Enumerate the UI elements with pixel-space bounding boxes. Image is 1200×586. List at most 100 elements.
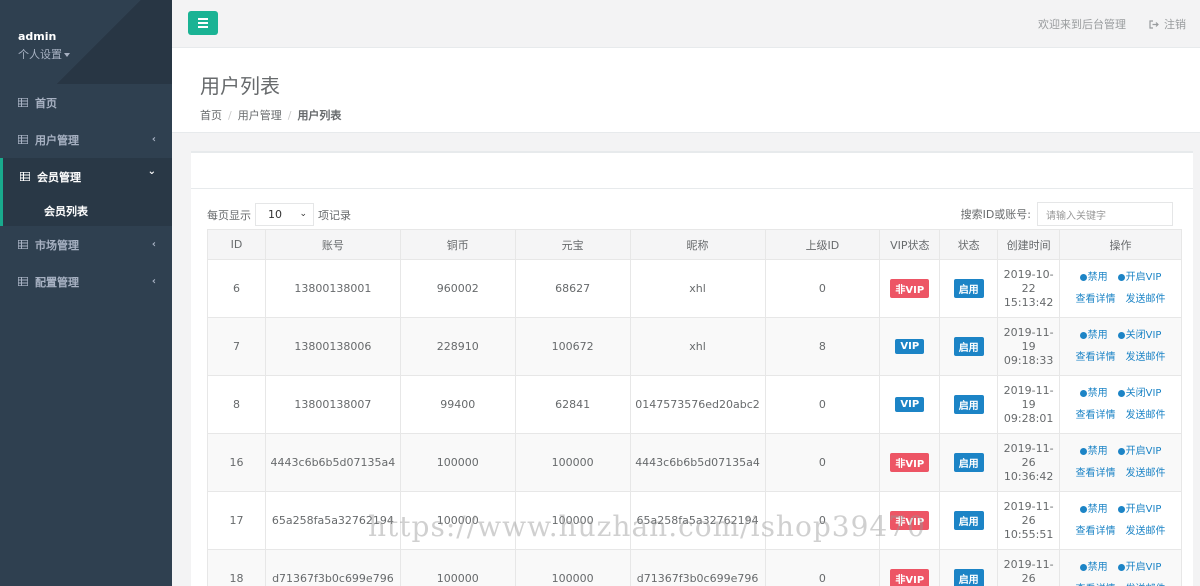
page-size-control: 每页显示 10 ⌄ 项记录 xyxy=(207,203,351,226)
cell-nickname: xhl xyxy=(629,317,766,376)
view-details-link[interactable]: 查看详情 xyxy=(1076,289,1116,311)
minus-circle-icon xyxy=(1079,331,1087,339)
status-badge: 启用 xyxy=(953,337,984,356)
toggle-vip-label: 开启VIP xyxy=(1125,503,1162,515)
search-label: 搜索ID或账号: xyxy=(960,208,1031,221)
created-part: 10:55:51 xyxy=(1003,527,1054,541)
page-size-value: 10 xyxy=(268,208,282,221)
page-size-select[interactable]: 10 ⌄ xyxy=(255,203,314,226)
disable-button[interactable]: 禁用 xyxy=(1079,383,1108,405)
cell-copper: 228910 xyxy=(399,317,516,376)
sign-out-icon xyxy=(1149,20,1159,29)
column-header-actions: 操作 xyxy=(1059,229,1182,260)
column-header-yuanbao[interactable]: 元宝 xyxy=(514,229,631,260)
minus-circle-icon xyxy=(1079,389,1087,397)
cell-account: 13800138006 xyxy=(264,317,401,376)
cell-yuanbao: 68627 xyxy=(514,259,631,318)
column-header-nickname[interactable]: 昵称 xyxy=(629,229,766,260)
topbar: 欢迎来到后台管理 注销 xyxy=(172,0,1200,48)
sidebar-item-home[interactable]: 首页 xyxy=(0,84,172,121)
sidebar-item-label: 市场管理 xyxy=(35,238,79,252)
sidebar-subitem-member-list[interactable]: 会员列表 xyxy=(0,195,172,226)
column-header-created[interactable]: 创建时间 xyxy=(997,229,1061,260)
cell-yuanbao: 62841 xyxy=(514,375,631,434)
search-input[interactable]: 请输入关键字 xyxy=(1037,202,1173,226)
send-mail-link[interactable]: 发送邮件 xyxy=(1126,405,1166,427)
toggle-vip-label: 关闭VIP xyxy=(1125,387,1162,399)
toggle-vip-button[interactable]: 关闭VIP xyxy=(1117,325,1161,347)
cell-actions: 禁用 关闭VIP 查看详情 发送邮件 xyxy=(1059,317,1182,376)
cell-nickname: 0147573576ed20abc2 xyxy=(629,375,766,434)
view-details-link[interactable]: 查看详情 xyxy=(1076,405,1116,427)
breadcrumb-home[interactable]: 首页 xyxy=(200,109,222,122)
view-details-link[interactable]: 查看详情 xyxy=(1076,521,1116,543)
cell-created: 2019-11- 19 09:28:01 xyxy=(997,375,1061,434)
column-header-account[interactable]: 账号 xyxy=(264,229,401,260)
send-mail-link[interactable]: 发送邮件 xyxy=(1126,579,1166,586)
disable-button[interactable]: 禁用 xyxy=(1079,325,1108,347)
cell-vip: 非VIP xyxy=(879,259,941,318)
cell-copper: 100000 xyxy=(399,549,516,586)
menu-toggle-button[interactable] xyxy=(188,11,218,35)
column-header-status[interactable]: 状态 xyxy=(939,229,999,260)
sidebar-item-config-management[interactable]: 配置管理 ‹ xyxy=(0,263,172,300)
send-mail-link[interactable]: 发送邮件 xyxy=(1126,521,1166,543)
toggle-vip-label: 开启VIP xyxy=(1125,271,1162,283)
send-mail-link[interactable]: 发送邮件 xyxy=(1126,463,1166,485)
sidebar-item-member-management[interactable]: 会员管理 ⌄ xyxy=(0,158,172,195)
cell-id: 17 xyxy=(207,491,266,550)
cell-status: 启用 xyxy=(939,433,999,492)
breadcrumb-user-management[interactable]: 用户管理 xyxy=(238,109,282,122)
cell-parent-id: 8 xyxy=(764,317,881,376)
cell-nickname: 65a258fa5a32762194 xyxy=(629,491,766,550)
cell-parent-id: 0 xyxy=(764,259,881,318)
user-table: ID 账号 铜币 元宝 昵称 上级ID VIP状态 状态 创建时间 操作 6 1… xyxy=(207,229,1182,586)
caret-down-icon xyxy=(64,53,70,57)
column-header-copper[interactable]: 铜币 xyxy=(399,229,516,260)
disable-button[interactable]: 禁用 xyxy=(1079,267,1108,289)
disable-button[interactable]: 禁用 xyxy=(1079,441,1108,463)
status-badge: 启用 xyxy=(953,279,984,298)
view-details-link[interactable]: 查看详情 xyxy=(1076,347,1116,369)
sidebar-item-market-management[interactable]: 市场管理 ‹ xyxy=(0,226,172,263)
toggle-vip-button[interactable]: 开启VIP xyxy=(1117,557,1161,579)
table-row: 8 13800138007 99400 62841 0147573576ed20… xyxy=(207,375,1182,434)
created-part: 2019-11- xyxy=(1003,441,1054,455)
send-mail-link[interactable]: 发送邮件 xyxy=(1126,289,1166,311)
table-icon xyxy=(18,135,28,144)
status-badge: 启用 xyxy=(953,511,984,530)
column-header-vip-status[interactable]: VIP状态 xyxy=(879,229,941,260)
view-details-link[interactable]: 查看详情 xyxy=(1076,579,1116,586)
column-header-parent-id[interactable]: 上级ID xyxy=(764,229,881,260)
toggle-vip-button[interactable]: 开启VIP xyxy=(1117,499,1162,521)
logout-link[interactable]: 注销 xyxy=(1149,16,1186,32)
chevron-down-icon: ⌄ xyxy=(299,209,307,219)
table-row: 18 d71367f3b0c699e796 100000 100000 d713… xyxy=(207,549,1182,586)
disable-button[interactable]: 禁用 xyxy=(1079,557,1108,579)
send-mail-link[interactable]: 发送邮件 xyxy=(1126,347,1166,369)
disable-button[interactable]: 禁用 xyxy=(1079,499,1108,521)
toggle-vip-button[interactable]: 开启VIP xyxy=(1117,441,1161,463)
welcome-text: 欢迎来到后台管理 xyxy=(1038,18,1126,31)
page-title: 用户列表 xyxy=(200,74,280,98)
toggle-vip-button[interactable]: 开启VIP xyxy=(1117,267,1162,289)
check-circle-icon xyxy=(1117,447,1125,455)
cell-created: 2019-11- 19 09:18:33 xyxy=(997,317,1061,376)
toggle-vip-button[interactable]: 关闭VIP xyxy=(1117,383,1162,405)
created-part: 2019-11- xyxy=(1003,383,1054,397)
cell-created: 2019-11- 26 10:55:51 xyxy=(997,491,1061,550)
sidebar-subitem-label: 会员列表 xyxy=(44,204,88,218)
created-part: 09:18:33 xyxy=(1003,353,1054,367)
view-details-link[interactable]: 查看详情 xyxy=(1076,463,1116,485)
sidebar-item-user-management[interactable]: 用户管理 ‹ xyxy=(0,121,172,158)
sidebar-item-label: 配置管理 xyxy=(35,275,79,289)
personal-settings-dropdown[interactable]: 个人设置 xyxy=(18,46,172,62)
check-circle-icon xyxy=(1117,389,1125,397)
cell-status: 启用 xyxy=(939,491,999,550)
cell-status: 启用 xyxy=(939,549,999,586)
cell-vip: VIP xyxy=(879,317,941,376)
cell-yuanbao: 100000 xyxy=(514,491,631,550)
column-header-id[interactable]: ID xyxy=(207,229,266,260)
cell-status: 启用 xyxy=(939,259,999,318)
logout-label: 注销 xyxy=(1164,18,1186,31)
